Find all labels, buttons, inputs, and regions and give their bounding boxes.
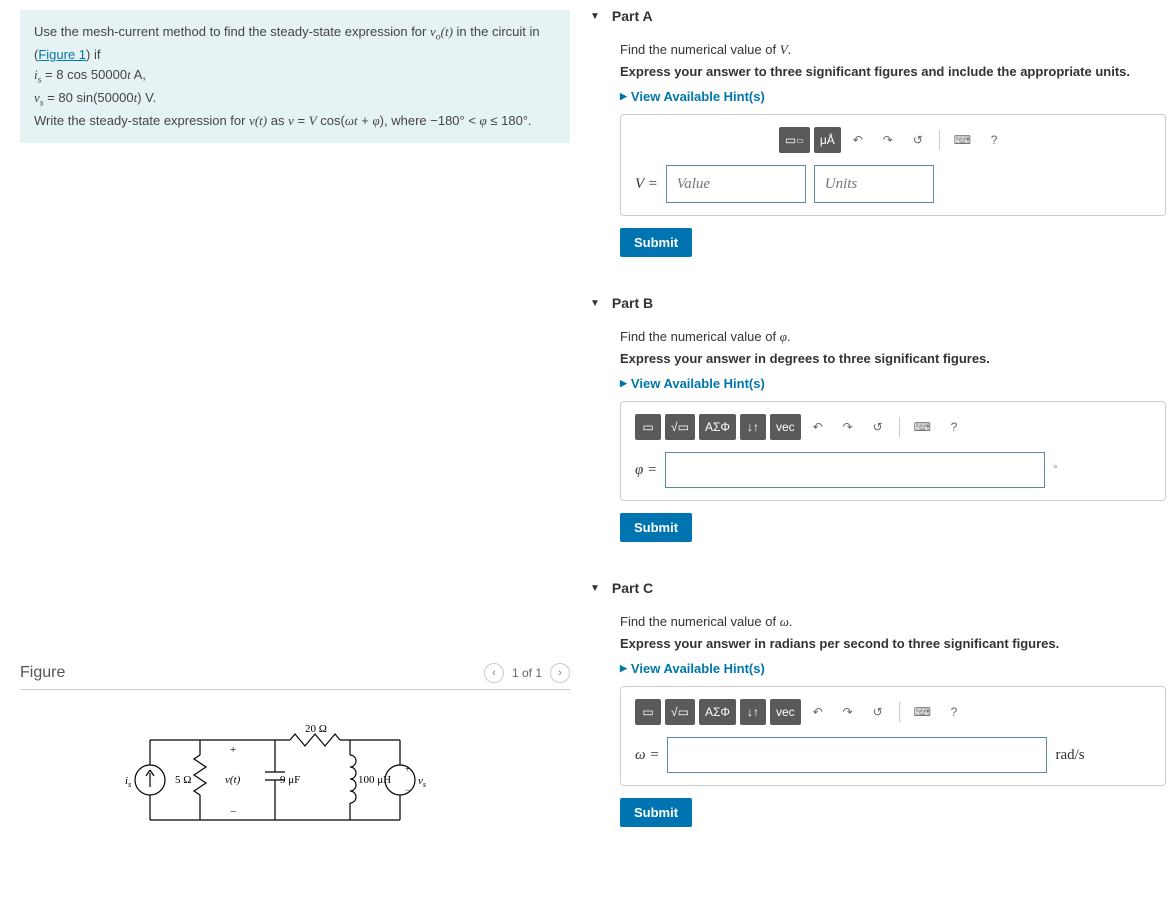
vec-button[interactable]: vec	[770, 414, 801, 440]
reset-button[interactable]: ↺	[865, 699, 891, 725]
updown-button[interactable]: ↓↑	[740, 699, 766, 725]
text: as	[267, 113, 288, 128]
part-c-header[interactable]: ▼ Part C	[590, 572, 1166, 604]
part-a-submit-button[interactable]: Submit	[620, 228, 692, 257]
text: Write the steady-state expression for	[34, 113, 249, 128]
label-ind: 100 μH	[358, 774, 391, 786]
part-b-format: Express your answer in degrees to three …	[620, 351, 1166, 366]
part-c-unit-suffix: rad/s	[1055, 747, 1084, 764]
sqrt-button[interactable]: √▭	[665, 414, 695, 440]
part-a-instruction: Find the numerical value of V.	[620, 42, 1166, 58]
label-vt: v(t)	[225, 774, 241, 786]
part-b-value-input[interactable]	[665, 452, 1045, 488]
keyboard-button[interactable]: ⌨	[908, 699, 937, 725]
part-b-header[interactable]: ▼ Part B	[590, 287, 1166, 319]
label-r-left: 5 Ω	[175, 774, 191, 786]
undo-button[interactable]: ↶	[805, 414, 831, 440]
chevron-right-icon: ▶	[620, 378, 627, 389]
part-a-title: Part A	[612, 8, 653, 24]
part-b-instruction: Find the numerical value of φ.	[620, 329, 1166, 345]
keyboard-button[interactable]: ⌨	[908, 414, 937, 440]
part-c-hints-link[interactable]: ▶View Available Hint(s)	[620, 661, 1166, 676]
part-c: ▼ Part C Find the numerical value of ω. …	[590, 572, 1166, 827]
text: .	[528, 113, 532, 128]
collapse-icon: ▼	[590, 11, 600, 22]
part-a: ▼ Part A Find the numerical value of V. …	[590, 0, 1166, 257]
chevron-right-icon: ▶	[620, 91, 627, 102]
figure-link[interactable]: Figure 1	[38, 47, 86, 62]
part-a-units-input[interactable]	[814, 165, 934, 203]
part-c-answer-box: ▭ √▭ ΑΣΦ ↓↑ vec ↶ ↷ ↺ ⌨ ? ω =	[620, 686, 1166, 786]
greek-button[interactable]: ΑΣΦ	[699, 414, 736, 440]
part-c-input-label: ω =	[635, 747, 659, 764]
label-minus-vs: −	[405, 785, 410, 795]
text: ) if	[86, 47, 100, 62]
undo-button[interactable]: ↶	[845, 127, 871, 153]
text: Use the mesh-current method to find the …	[34, 24, 430, 39]
part-b-submit-button[interactable]: Submit	[620, 513, 692, 542]
label-vs: vs	[418, 775, 426, 789]
text: , where	[384, 113, 430, 128]
label-r-top: 20 Ω	[305, 723, 327, 735]
label-is: is	[125, 775, 131, 789]
help-button[interactable]: ?	[981, 127, 1007, 153]
help-button[interactable]: ?	[941, 414, 967, 440]
label-minus: −	[230, 806, 236, 818]
redo-button[interactable]: ↷	[875, 127, 901, 153]
part-a-input-label: V =	[635, 176, 658, 193]
reset-button[interactable]: ↺	[865, 414, 891, 440]
vec-button[interactable]: vec	[770, 699, 801, 725]
reset-button[interactable]: ↺	[905, 127, 931, 153]
keyboard-button[interactable]: ⌨	[948, 127, 977, 153]
updown-button[interactable]: ↓↑	[740, 414, 766, 440]
part-c-submit-button[interactable]: Submit	[620, 798, 692, 827]
template-button[interactable]: ▭	[635, 414, 661, 440]
figure-nav-text: 1 of 1	[512, 666, 542, 680]
part-c-title: Part C	[612, 580, 653, 596]
part-a-hints-link[interactable]: ▶View Available Hint(s)	[620, 89, 1166, 104]
undo-button[interactable]: ↶	[805, 699, 831, 725]
part-a-header[interactable]: ▼ Part A	[590, 0, 1166, 32]
part-a-value-input[interactable]	[666, 165, 806, 203]
part-c-instruction: Find the numerical value of ω.	[620, 614, 1166, 630]
part-b-unit-suffix: °	[1053, 464, 1057, 476]
figure-image: 20 Ω 5 Ω 9 μF 100 μH is vs v(t) + − + −	[20, 690, 570, 840]
label-cap: 9 μF	[280, 774, 300, 786]
part-b: ▼ Part B Find the numerical value of φ. …	[590, 287, 1166, 542]
template-button[interactable]: ▭▭	[779, 127, 810, 153]
part-b-hints-link[interactable]: ▶View Available Hint(s)	[620, 376, 1166, 391]
part-c-format: Express your answer in radians per secon…	[620, 636, 1166, 651]
help-button[interactable]: ?	[941, 699, 967, 725]
units-button[interactable]: μÅ	[814, 127, 841, 153]
collapse-icon: ▼	[590, 583, 600, 594]
part-a-answer-box: ▭▭ μÅ ↶ ↷ ↺ ⌨ ? V =	[620, 114, 1166, 216]
sqrt-button[interactable]: √▭	[665, 699, 695, 725]
greek-button[interactable]: ΑΣΦ	[699, 699, 736, 725]
part-c-value-input[interactable]	[667, 737, 1047, 773]
redo-button[interactable]: ↷	[835, 414, 861, 440]
figure-title: Figure	[20, 664, 65, 682]
part-a-format: Express your answer to three significant…	[620, 64, 1166, 79]
redo-button[interactable]: ↷	[835, 699, 861, 725]
figure-prev-button[interactable]: ‹	[484, 663, 504, 683]
part-b-input-label: φ =	[635, 462, 657, 479]
template-button[interactable]: ▭	[635, 699, 661, 725]
part-b-title: Part B	[612, 295, 653, 311]
problem-statement: Use the mesh-current method to find the …	[20, 10, 570, 143]
label-plus: +	[230, 744, 236, 756]
figure-panel: Figure ‹ 1 of 1 ›	[20, 663, 570, 840]
chevron-right-icon: ▶	[620, 663, 627, 674]
collapse-icon: ▼	[590, 298, 600, 309]
figure-next-button[interactable]: ›	[550, 663, 570, 683]
label-plus-vs: +	[405, 764, 410, 774]
part-b-answer-box: ▭ √▭ ΑΣΦ ↓↑ vec ↶ ↷ ↺ ⌨ ? φ =	[620, 401, 1166, 501]
